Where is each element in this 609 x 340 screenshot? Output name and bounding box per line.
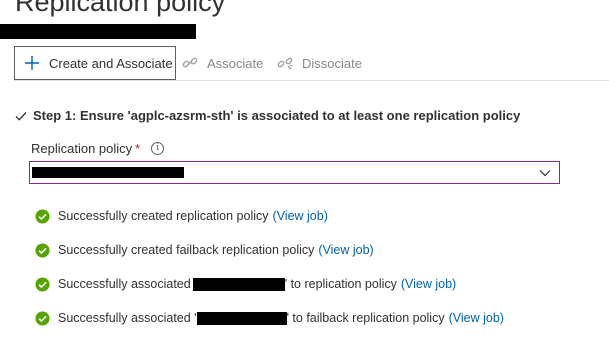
redacted-name xyxy=(192,277,285,291)
checkmark-icon xyxy=(15,111,27,121)
redacted-name xyxy=(196,311,287,325)
status-text-suffix: ' to replication policy xyxy=(284,277,397,291)
status-text: Successfully associated ' xyxy=(58,311,197,325)
page-title: Replication policy xyxy=(15,0,226,17)
view-job-link[interactable]: (View job) xyxy=(318,243,373,257)
success-check-icon xyxy=(35,242,50,258)
plus-icon xyxy=(25,56,39,70)
status-item: Successfully created replication policy … xyxy=(35,207,328,225)
status-item: Successfully associated ' to replication… xyxy=(35,275,456,293)
view-job-link[interactable]: (View job) xyxy=(449,311,504,325)
chevron-down-icon xyxy=(539,170,551,177)
view-job-link[interactable]: (View job) xyxy=(401,277,456,291)
view-job-link[interactable]: (View job) xyxy=(273,209,328,223)
info-icon[interactable]: i xyxy=(151,142,165,155)
create-and-associate-label: Create and Associate xyxy=(49,55,173,71)
field-label-text: Replication policy xyxy=(31,141,133,156)
status-text: Successfully created failback replicatio… xyxy=(58,243,315,257)
redacted-selected-value xyxy=(32,167,184,178)
step-1-heading[interactable]: Step 1: Ensure 'agplc-azsrm-sth' is asso… xyxy=(15,108,520,123)
status-text: Successfully created replication policy xyxy=(58,209,269,223)
associate-label: Associate xyxy=(207,55,264,71)
success-check-icon xyxy=(35,208,50,224)
status-item: Successfully associated ' ' to failback … xyxy=(35,309,504,327)
dissociate-button[interactable]: Dissociate xyxy=(276,46,362,80)
status-item: Successfully created failback replicatio… xyxy=(35,241,374,259)
redacted-block xyxy=(0,24,196,39)
status-text: Successfully associated xyxy=(58,277,191,291)
command-bar: Create and Associate Associate Dissociat… xyxy=(14,46,609,81)
success-check-icon xyxy=(35,310,50,326)
replication-policy-dropdown[interactable] xyxy=(29,161,560,184)
associate-button[interactable]: Associate xyxy=(181,46,263,80)
success-check-icon xyxy=(35,276,50,292)
unlink-icon xyxy=(277,57,293,70)
create-and-associate-button[interactable]: Create and Associate xyxy=(14,46,176,80)
link-icon xyxy=(182,57,198,68)
required-marker: * xyxy=(135,141,141,156)
status-text-suffix: ' to failback replication policy xyxy=(286,311,445,325)
replication-policy-label: Replication policy * i xyxy=(31,141,165,156)
step-1-text: Step 1: Ensure 'agplc-azsrm-sth' is asso… xyxy=(33,108,521,123)
dissociate-label: Dissociate xyxy=(302,55,362,71)
